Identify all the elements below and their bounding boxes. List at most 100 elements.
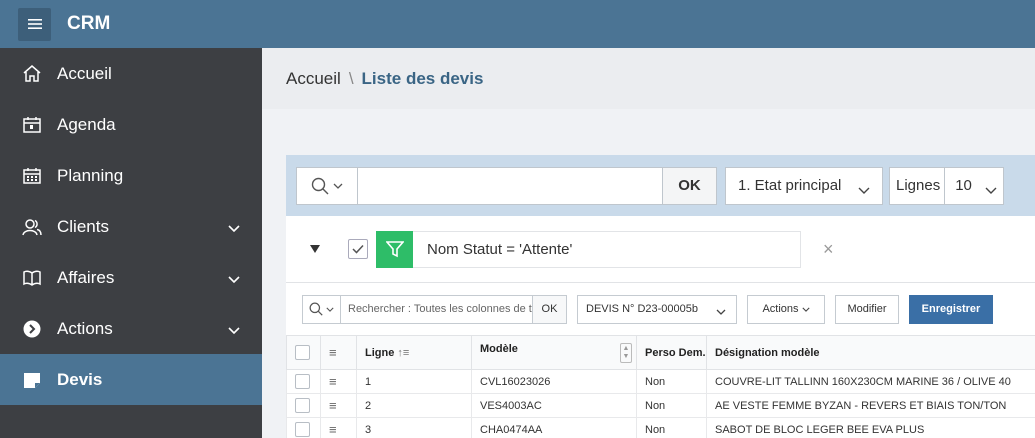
top-header: CRM — [0, 0, 1035, 48]
save-button[interactable]: Enregistrer — [909, 294, 993, 324]
row-menu-icon[interactable]: ≡ — [329, 398, 337, 413]
row-menu-icon[interactable]: ≡ — [329, 374, 337, 389]
column-resize-handle-icon[interactable]: ▲ ▼ — [620, 342, 632, 363]
sidebar-item-label: Planning — [57, 165, 124, 185]
sidebar-item-agenda[interactable]: Agenda — [0, 99, 262, 150]
saved-report-select[interactable]: DEVIS N° D23-00005b — [577, 294, 737, 324]
search-region: OK 1. Etat principal Lignes 10 — [286, 155, 1035, 216]
select-all-cell[interactable] — [286, 335, 321, 370]
cell-designation[interactable]: SABOT DE BLOC LEGER BEE EVA PLUS — [706, 417, 1035, 438]
rows-per-page-label: Lignes — [889, 166, 945, 205]
chevron-down-icon — [326, 307, 334, 312]
row-checkbox[interactable] — [295, 374, 310, 389]
calendar-icon — [21, 114, 43, 136]
breadcrumb-current: Liste des devis — [361, 68, 484, 88]
cell-modele[interactable]: VES4003AC — [471, 393, 637, 418]
hamburger-icon — [27, 19, 42, 29]
row-select-cell[interactable] — [286, 369, 321, 394]
row-actions-header: ≡ — [320, 335, 357, 370]
filter-enable-checkbox[interactable] — [348, 239, 368, 259]
rows-per-page-select[interactable]: 10 — [944, 166, 1005, 205]
grid-search-ok-button[interactable]: OK — [533, 294, 567, 324]
filter-label[interactable]: Nom Statut = 'Attente' — [413, 230, 801, 268]
report-select-value: 1. Etat principal — [738, 177, 842, 194]
search-columns-button[interactable] — [296, 166, 357, 205]
cell-perso[interactable]: Non — [636, 393, 707, 418]
planning-icon — [21, 165, 43, 187]
search-input[interactable] — [357, 166, 663, 205]
column-header-label: Ligne — [365, 346, 395, 359]
cell-perso[interactable]: Non — [636, 417, 707, 438]
row-checkbox[interactable] — [295, 398, 310, 413]
cell-modele[interactable]: CVL16023026 — [471, 369, 637, 394]
menu-lines-icon: ≡ — [329, 345, 337, 360]
document-icon — [21, 369, 43, 391]
grid-header-row: ≡ Ligne ↑≡ Modèle ▲ ▼ Perso Dem. Désignat… — [286, 335, 1035, 370]
column-header-perso[interactable]: Perso Dem. — [636, 335, 707, 370]
column-header-ligne[interactable]: Ligne ↑≡ — [356, 335, 472, 370]
rows-per-page: Lignes 10 — [889, 166, 1005, 205]
modify-button[interactable]: Modifier — [835, 294, 899, 324]
sidebar-item-label: Actions — [57, 318, 113, 338]
remove-filter-close-icon[interactable]: × — [823, 239, 834, 260]
row-checkbox[interactable] — [295, 422, 310, 437]
sort-ascending-icon: ↑≡ — [397, 346, 410, 359]
cell-modele[interactable]: CHA0474AA — [471, 417, 637, 438]
grid-toolbar: Rechercher : Toutes les colonnes de t OK… — [286, 283, 1035, 335]
row-select-cell[interactable] — [286, 393, 321, 418]
sidebar-item-accueil[interactable]: Accueil — [0, 48, 262, 99]
breadcrumb-root-link[interactable]: Accueil — [286, 69, 341, 89]
sidebar-item-affaires[interactable]: Affaires — [0, 252, 262, 303]
chevron-down-icon — [801, 307, 810, 312]
row-select-cell[interactable] — [286, 417, 321, 438]
grid-search-columns-button[interactable] — [302, 294, 340, 324]
filter-row: Nom Statut = 'Attente' × — [286, 216, 1035, 282]
search-icon — [311, 177, 329, 194]
cell-ligne[interactable]: 2 — [356, 393, 472, 418]
cell-designation[interactable]: AE VESTE FEMME BYZAN - REVERS ET BIAIS T… — [706, 393, 1035, 418]
home-icon — [21, 63, 43, 85]
rows-per-page-value: 10 — [955, 177, 972, 194]
breadcrumb: Accueil \ Liste des devis — [262, 48, 1035, 109]
sidebar-item-actions[interactable]: Actions — [0, 303, 262, 354]
filter-icon — [376, 230, 413, 268]
table-row[interactable]: ≡ 2 VES4003AC Non AE VESTE FEMME BYZAN -… — [286, 393, 1035, 418]
collapse-filters-toggle[interactable] — [310, 240, 322, 258]
saved-report-value: DEVIS N° D23-00005b — [586, 303, 699, 315]
grid-table: ≡ Ligne ↑≡ Modèle ▲ ▼ Perso Dem. Désignat… — [286, 335, 1035, 438]
column-header-label: Perso Dem. — [645, 346, 706, 359]
chevron-down-icon — [333, 183, 343, 189]
interactive-grid: Rechercher : Toutes les colonnes de t OK… — [286, 282, 1035, 438]
sidebar-item-label: Agenda — [57, 114, 116, 134]
table-row[interactable]: ≡ 1 CVL16023026 Non COUVRE-LIT TALLINN 1… — [286, 369, 1035, 394]
search-icon — [309, 302, 323, 316]
column-header-designation[interactable]: Désignation modèle — [706, 335, 1035, 370]
chevron-down-icon — [228, 269, 240, 289]
actions-menu-button[interactable]: Actions — [747, 294, 825, 324]
cell-perso[interactable]: Non — [636, 369, 707, 394]
cell-ligne[interactable]: 3 — [356, 417, 472, 438]
row-actions-cell[interactable]: ≡ — [320, 369, 357, 394]
sidebar-item-clients[interactable]: Clients — [0, 201, 262, 252]
column-header-modele[interactable]: Modèle ▲ ▼ — [471, 335, 637, 370]
search-ok-button[interactable]: OK — [663, 166, 717, 205]
chevron-down-icon — [858, 182, 870, 199]
sidebar-item-devis[interactable]: Devis — [0, 354, 262, 405]
table-row[interactable]: ≡ 3 CHA0474AA Non SABOT DE BLOC LEGER BE… — [286, 417, 1035, 438]
sidebar-item-planning[interactable]: Planning — [0, 150, 262, 201]
chevron-down-icon — [716, 306, 726, 318]
cell-designation[interactable]: COUVRE-LIT TALLINN 160X230CM MARINE 36 /… — [706, 369, 1035, 394]
row-menu-icon[interactable]: ≡ — [329, 422, 337, 437]
chevron-down-icon — [228, 218, 240, 238]
sidebar-item-label: Clients — [57, 216, 109, 236]
cell-ligne[interactable]: 1 — [356, 369, 472, 394]
menu-toggle-button[interactable] — [18, 7, 51, 41]
report-select[interactable]: 1. Etat principal — [725, 166, 883, 205]
actions-label: Actions — [762, 303, 799, 315]
row-actions-cell[interactable]: ≡ — [320, 417, 357, 438]
grid-search-input[interactable]: Rechercher : Toutes les colonnes de t — [340, 294, 533, 324]
select-all-checkbox[interactable] — [295, 345, 310, 360]
book-icon — [21, 267, 43, 289]
sidebar-item-label: Affaires — [57, 267, 115, 287]
row-actions-cell[interactable]: ≡ — [320, 393, 357, 418]
